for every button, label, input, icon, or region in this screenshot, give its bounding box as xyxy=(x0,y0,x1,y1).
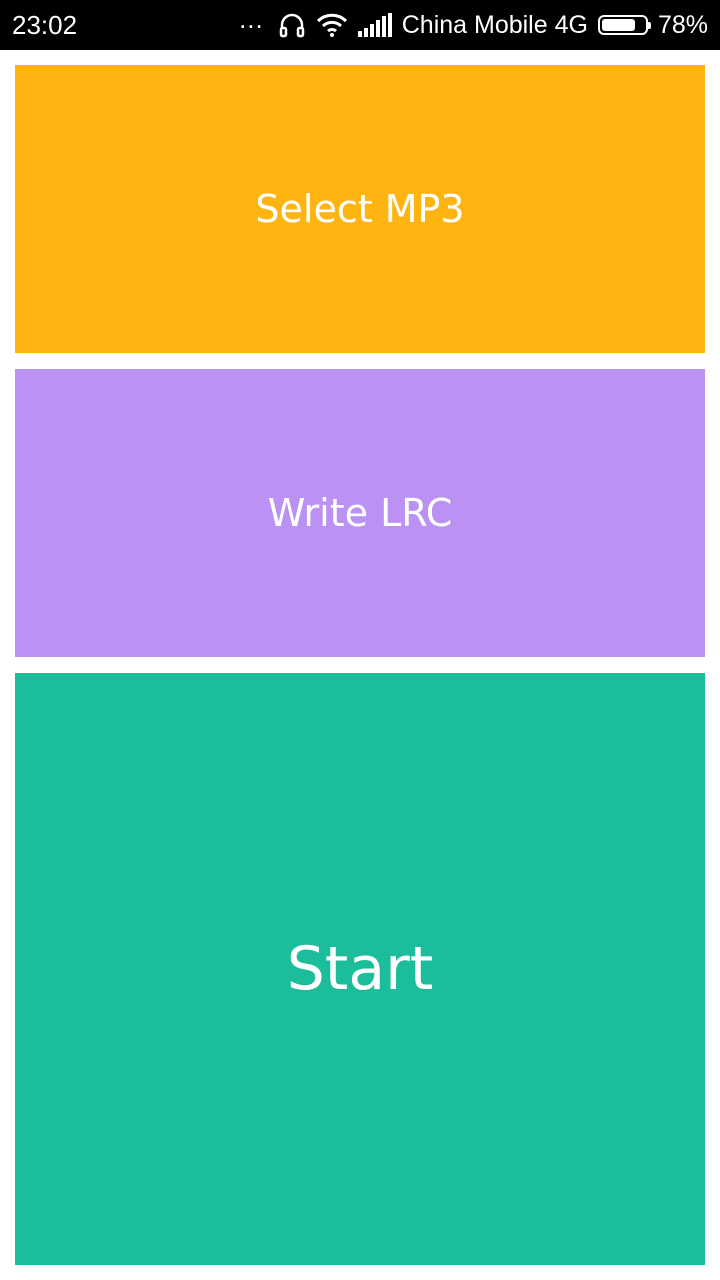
battery-percent: 78% xyxy=(657,10,708,39)
write-lrc-button[interactable]: Write LRC xyxy=(15,369,705,657)
status-icons: ... China Mobile 4G 78% xyxy=(239,6,708,40)
wifi-icon xyxy=(316,12,348,38)
select-mp3-label: Select MP3 xyxy=(255,187,465,231)
headphones-icon xyxy=(278,11,306,39)
start-label: Start xyxy=(286,934,434,1004)
status-bar: 23:02 ... China Mobile 4G 78% xyxy=(0,0,720,50)
carrier-label: China Mobile 4G xyxy=(401,10,588,39)
battery-icon xyxy=(597,15,651,35)
status-time: 23:02 xyxy=(12,9,78,40)
more-notifications-icon: ... xyxy=(239,4,264,34)
write-lrc-label: Write LRC xyxy=(267,491,453,535)
start-button[interactable]: Start xyxy=(15,673,705,1265)
battery-fill xyxy=(601,19,635,31)
select-mp3-button[interactable]: Select MP3 xyxy=(15,65,705,353)
signal-icon xyxy=(357,13,392,37)
